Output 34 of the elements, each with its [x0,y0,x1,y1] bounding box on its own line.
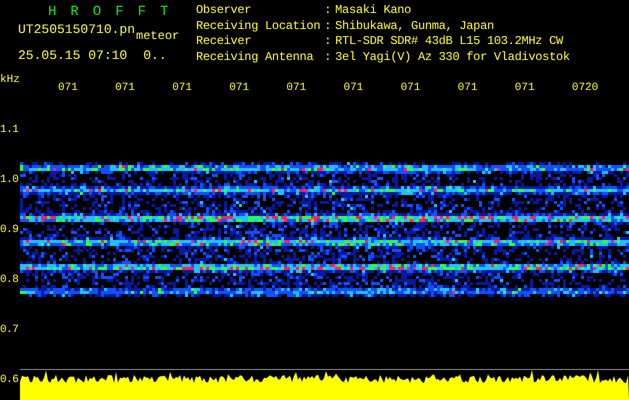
frequency-label: 0.8 [0,273,20,287]
frequency-label: 1.0 [0,173,20,187]
time-label: 071 [172,81,193,96]
info-value: Shibukawa, Gunma, Japan [335,20,495,34]
time-label: 071 [514,81,536,96]
info-separator: : [324,20,332,34]
frequency-label: 0.9 [0,223,20,237]
info-label: Receiver [196,35,252,50]
time-label: 071 [400,81,422,96]
info-label: Receiving Location [196,20,320,34]
time-label: 071 [343,81,364,96]
filename-text: UT2505150710.pn [18,21,136,39]
info-label: Receiving Antenna [196,50,314,66]
info-value: RTL-SDR SDR# 43dB L15 103.2MHz CW [335,35,564,50]
program-title: HROFFT [47,3,184,20]
count-text: 0.. [143,47,167,65]
unit-label: kHz [0,74,20,86]
frequency-label: 0.6 [0,373,20,387]
info-separator: : [324,35,332,50]
frequency-label: 0.7 [0,323,20,337]
time-label: 071 [229,81,250,96]
tag-text: meteor [136,28,180,45]
info-separator: : [324,4,332,19]
time-label: 0720 [572,81,600,96]
frequency-label: 1.1 [0,123,20,137]
info-separator: : [324,50,332,66]
datetime-text: 25.05.15 07:10 [18,47,128,65]
time-label: 071 [286,81,308,96]
time-label: 071 [458,81,478,96]
time-label: 071 [58,81,79,96]
time-label: 071 [115,81,136,96]
info-label: Observer [196,4,252,19]
info-value: Masaki Kano [335,4,412,19]
info-value: 3el Yagi(V) Az 330 for Vladivostok [335,50,570,66]
